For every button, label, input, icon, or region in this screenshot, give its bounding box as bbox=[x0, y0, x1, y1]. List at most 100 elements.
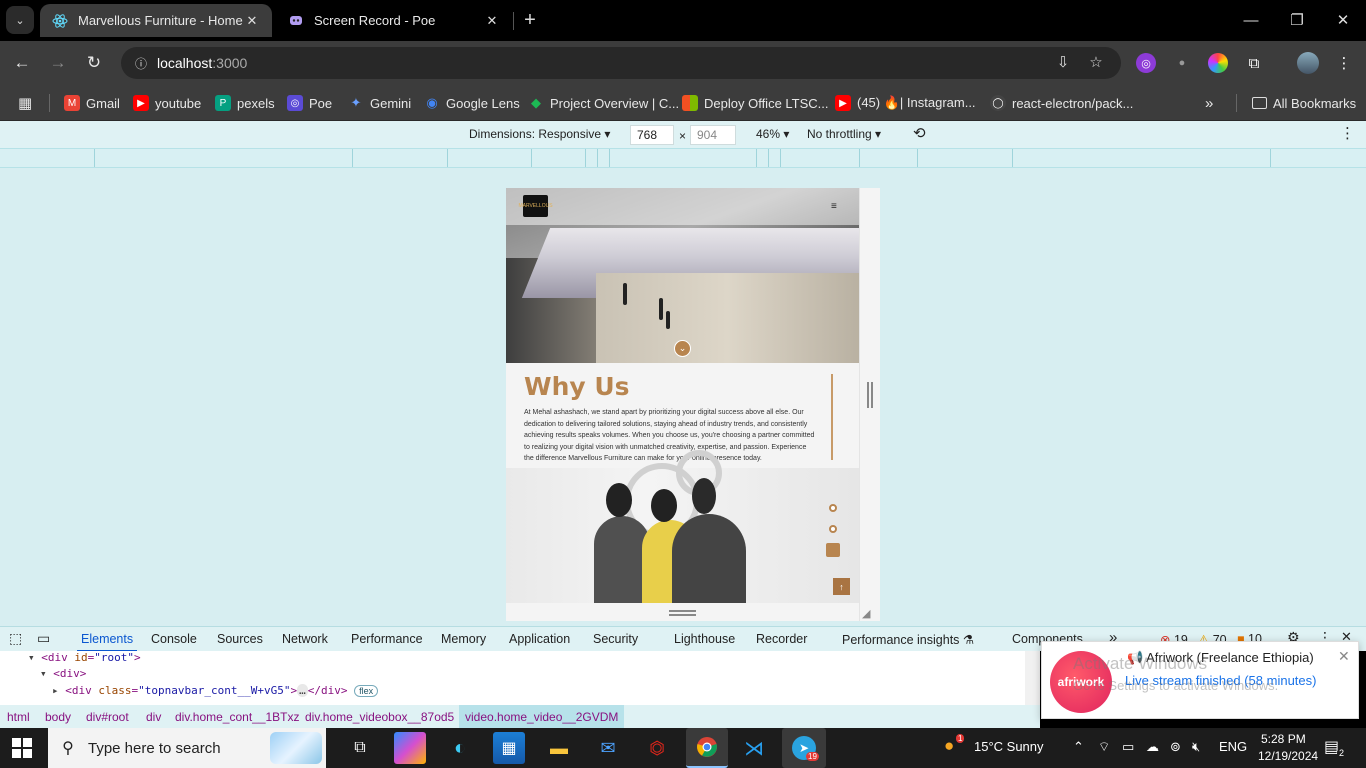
language-indicator[interactable]: ENG bbox=[1219, 739, 1247, 754]
acrobat-icon[interactable]: ⏣ bbox=[641, 732, 673, 764]
section-nav-dot[interactable] bbox=[829, 525, 837, 533]
weather-text[interactable]: 15°C Sunny bbox=[974, 739, 1044, 754]
breadcrumb-item[interactable]: html bbox=[7, 710, 30, 724]
bookmark-google-lens[interactable]: ◉ Google Lens bbox=[424, 91, 519, 115]
restore-button[interactable]: ❐ bbox=[1274, 0, 1320, 40]
site-info-icon[interactable]: ⓘ bbox=[125, 55, 157, 72]
tab-application[interactable]: Application bbox=[509, 632, 570, 646]
task-view-icon[interactable]: ⧉ bbox=[344, 732, 376, 764]
tab-performance[interactable]: Performance bbox=[351, 632, 423, 646]
tab-search-button[interactable]: ⌄ bbox=[6, 6, 34, 34]
back-button[interactable]: ← bbox=[9, 51, 35, 75]
install-app-icon[interactable]: ⇩ bbox=[1053, 53, 1073, 73]
tab-sources[interactable]: Sources bbox=[217, 632, 263, 646]
tab-screen-record[interactable]: Screen Record - Poe ✕ bbox=[276, 4, 512, 37]
elements-scrollbar[interactable] bbox=[1025, 651, 1040, 705]
extensions-puzzle-icon[interactable]: ⧉ bbox=[1244, 53, 1264, 73]
edge-icon[interactable]: ◐ bbox=[444, 732, 476, 764]
extension-icon[interactable]: ◎ bbox=[1136, 53, 1156, 73]
minimize-button[interactable]: — bbox=[1228, 0, 1274, 40]
tab-elements[interactable]: Elements bbox=[76, 632, 138, 652]
profile-avatar[interactable] bbox=[1297, 52, 1319, 74]
bookmark-gmail[interactable]: M Gmail bbox=[64, 91, 120, 115]
hamburger-menu-icon[interactable]: ≡ bbox=[831, 201, 837, 212]
bookmark-gemini[interactable]: ✦ Gemini bbox=[348, 91, 412, 115]
tab-close-icon[interactable]: ✕ bbox=[244, 13, 260, 29]
site-logo[interactable]: MARVELLOUS bbox=[518, 195, 553, 217]
back-to-top-button[interactable]: ↑ bbox=[833, 578, 850, 595]
volume-muted-icon[interactable]: 🔇︎ bbox=[1192, 739, 1200, 755]
extension-dot-icon[interactable]: ● bbox=[1172, 53, 1192, 73]
reload-button[interactable]: ↻ bbox=[81, 51, 107, 75]
clock-time[interactable]: 5:28 PM bbox=[1261, 732, 1306, 746]
close-window-button[interactable]: ✕ bbox=[1320, 0, 1366, 40]
tab-console[interactable]: Console bbox=[151, 632, 197, 646]
weather-icon[interactable]: ● bbox=[944, 736, 954, 756]
breadcrumb-item[interactable]: div#root bbox=[86, 710, 129, 724]
address-bar[interactable]: ⓘ localhost:3000 ⇩ ☆ bbox=[121, 47, 1121, 79]
file-explorer-icon[interactable]: ▬ bbox=[543, 732, 575, 764]
bookmark-pexels[interactable]: Ppexels bbox=[215, 91, 275, 115]
tab-security[interactable]: Security bbox=[593, 632, 638, 646]
elements-tree[interactable]: ▾ <div id="root"> ▾ <div> ▸ <div class="… bbox=[0, 651, 1040, 705]
media-query-bar[interactable] bbox=[0, 148, 1366, 168]
home-video[interactable]: MARVELLOUS ≡ ⌄ bbox=[506, 188, 859, 363]
bookmark-star-icon[interactable]: ☆ bbox=[1086, 53, 1106, 73]
zoom-dropdown[interactable]: 46% ▾ bbox=[756, 127, 789, 141]
breadcrumb-item[interactable]: div bbox=[146, 710, 161, 724]
tab-performance-insights[interactable]: Performance insights ⚗ bbox=[842, 632, 974, 647]
tab-network[interactable]: Network bbox=[282, 632, 328, 646]
breadcrumb-item[interactable]: div.home_videobox__87od5 bbox=[305, 710, 454, 724]
meet-now-icon[interactable]: ⊚ bbox=[1170, 739, 1181, 755]
breadcrumb-item-selected[interactable]: video.home_video__2GVDM bbox=[459, 705, 625, 728]
bookmark-instagram-video[interactable]: ▶ (45) 🔥| Instagram... bbox=[835, 91, 976, 115]
color-extension-icon[interactable] bbox=[1208, 53, 1228, 73]
microsoft-store-icon[interactable]: ▦ bbox=[493, 732, 525, 764]
apps-grid-icon[interactable]: ▦ bbox=[18, 91, 32, 115]
bookmarks-overflow-button[interactable]: » bbox=[1205, 91, 1213, 115]
chrome-taskbar-icon[interactable] bbox=[686, 728, 728, 768]
rotate-icon[interactable]: ⟲ bbox=[913, 124, 926, 142]
mail-icon[interactable]: ✉ bbox=[592, 732, 624, 764]
scroll-down-icon[interactable]: ⌄ bbox=[674, 340, 691, 357]
network-icon[interactable]: ⌔ bbox=[1098, 739, 1110, 755]
battery-icon[interactable]: ▭ bbox=[1122, 739, 1134, 755]
tab-lighthouse[interactable]: Lighthouse bbox=[674, 632, 735, 646]
section-nav-dot-active[interactable] bbox=[826, 543, 840, 557]
section-nav-dot[interactable] bbox=[829, 504, 837, 512]
bookmark-react-electron[interactable]: ◯ react-electron/pack... bbox=[990, 91, 1133, 115]
throttling-dropdown[interactable]: No throttling ▾ bbox=[807, 127, 881, 141]
close-icon[interactable]: ✕ bbox=[1338, 648, 1350, 665]
vscode-icon[interactable]: ⋊ bbox=[738, 732, 770, 764]
telegram-taskbar-icon[interactable]: ➤ 19 bbox=[782, 728, 826, 768]
tab-close-icon[interactable]: ✕ bbox=[484, 13, 500, 29]
bookmark-poe[interactable]: ◎ Poe bbox=[287, 91, 332, 115]
browser-menu-icon[interactable]: ⋮ bbox=[1334, 53, 1354, 73]
dimensions-dropdown[interactable]: Dimensions: Responsive ▾ bbox=[469, 127, 610, 141]
dom-node-div[interactable]: ▾ <div> bbox=[40, 667, 86, 680]
tray-chevron-up-icon[interactable]: ⌃ bbox=[1073, 739, 1084, 755]
device-toolbar-menu-icon[interactable]: ⋮ bbox=[1340, 124, 1355, 142]
bookmark-deploy-office[interactable]: ▦Deploy Office LTSC... bbox=[682, 91, 829, 115]
flex-badge[interactable]: flex bbox=[354, 685, 379, 697]
new-tab-button[interactable]: + bbox=[518, 8, 542, 32]
viewport-resize-corner[interactable]: ◢ bbox=[862, 607, 870, 620]
viewport-height-input[interactable]: 904 bbox=[690, 125, 736, 145]
breadcrumb-item[interactable]: body bbox=[45, 710, 71, 724]
copilot-icon[interactable] bbox=[394, 732, 426, 764]
tab-marvellous-furniture[interactable]: Marvellous Furniture - Home ✕ bbox=[40, 4, 272, 37]
inspect-element-icon[interactable]: ⬚ bbox=[9, 630, 22, 647]
all-bookmarks-button[interactable]: All Bookmarks bbox=[1252, 91, 1356, 115]
bookmark-project-overview[interactable]: ◆ Project Overview | C... bbox=[528, 91, 679, 115]
viewport-width-input[interactable]: 768 bbox=[630, 125, 674, 145]
windows-start-icon[interactable] bbox=[12, 738, 32, 758]
tab-memory[interactable]: Memory bbox=[441, 632, 486, 646]
dom-node-root[interactable]: ▾ <div id="root"> bbox=[28, 651, 141, 664]
taskbar-search[interactable]: ⚲ Type here to search bbox=[48, 728, 326, 768]
forward-button[interactable]: → bbox=[45, 51, 71, 75]
tab-recorder[interactable]: Recorder bbox=[756, 632, 807, 646]
viewport-resize-handle-bottom[interactable] bbox=[669, 610, 696, 616]
bookmark-youtube[interactable]: ▶ youtube bbox=[133, 91, 201, 115]
device-toggle-icon[interactable]: ▭ bbox=[37, 630, 50, 647]
breadcrumb-item[interactable]: div.home_cont__1BTxz bbox=[175, 710, 300, 724]
